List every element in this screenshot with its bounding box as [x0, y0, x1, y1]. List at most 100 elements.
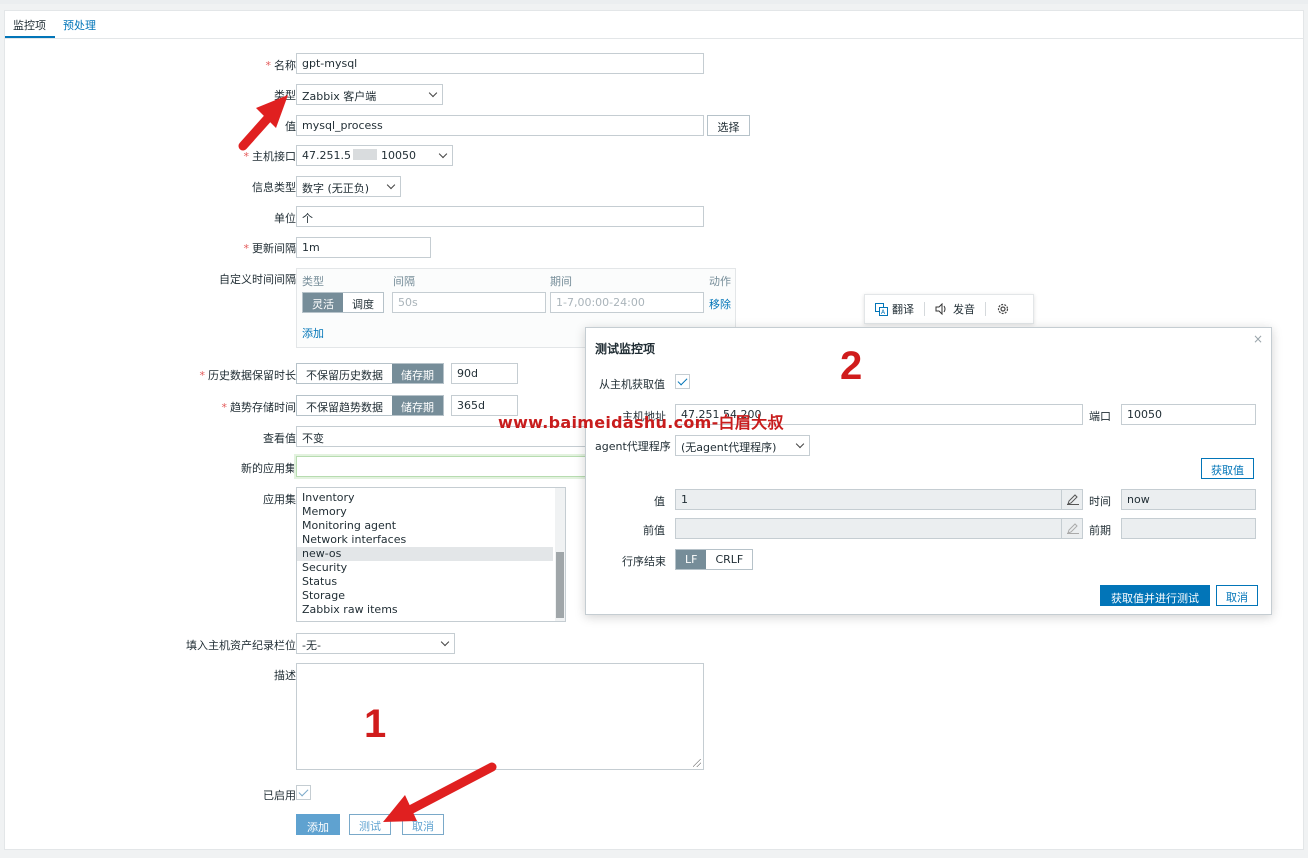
- ci-col-interval: 间隔: [393, 275, 415, 288]
- ci-period-input[interactable]: 1-7,00:00-24:00: [550, 292, 704, 313]
- description-textarea[interactable]: [296, 663, 704, 770]
- host-interface-port: 10050: [380, 149, 416, 162]
- edit-value-button[interactable]: [1061, 489, 1083, 510]
- translate-button[interactable]: A 翻译: [875, 301, 914, 317]
- application-option[interactable]: Memory: [297, 505, 553, 519]
- ci-add-link[interactable]: 添加: [302, 325, 324, 341]
- application-option[interactable]: Inventory: [297, 491, 553, 505]
- tab-bar: 监控项 预处理: [5, 11, 1303, 39]
- add-button[interactable]: 添加: [296, 814, 340, 835]
- translate-toolbar: A 翻译 发音: [864, 294, 1034, 324]
- history-mode-toggle: 不保留历史数据 储存期: [296, 363, 444, 384]
- toolbar-divider: [985, 302, 986, 316]
- prev-time-field: [1121, 518, 1256, 539]
- eol-lf-option[interactable]: LF: [676, 550, 707, 569]
- history-no-keep-option[interactable]: 不保留历史数据: [297, 364, 392, 383]
- value-text: 1: [681, 493, 688, 506]
- select-key-button[interactable]: 选择: [707, 115, 750, 136]
- ci-flexible-option[interactable]: 灵活: [303, 293, 343, 312]
- translate-label: 翻译: [892, 303, 914, 316]
- redaction-block: [352, 149, 377, 160]
- speaker-icon: [935, 303, 946, 315]
- resize-handle[interactable]: [693, 759, 701, 767]
- prev-value-field: [675, 518, 1083, 539]
- eol-toggle: LF CRLF: [675, 549, 754, 570]
- get-from-host-checkbox[interactable]: [675, 374, 690, 389]
- gear-icon: [997, 303, 1009, 315]
- ci-scheduling-option[interactable]: 调度: [343, 293, 383, 312]
- key-label: 值: [285, 120, 296, 133]
- name-label: * 名称: [265, 59, 297, 72]
- enabled-checkbox[interactable]: [296, 785, 311, 800]
- ci-type-toggle: 灵活 调度: [302, 292, 384, 313]
- name-input[interactable]: gpt-mysql: [296, 53, 704, 74]
- annotation-number-1: 1: [364, 702, 387, 746]
- watermark-text: www.baimeidashu.com-白眉大叔: [498, 413, 784, 432]
- value-label: 值: [654, 495, 665, 508]
- ci-col-type: 类型: [302, 275, 324, 288]
- cancel-button[interactable]: 取消: [402, 814, 444, 835]
- application-option[interactable]: Monitoring agent: [297, 519, 553, 533]
- tab-preprocessing[interactable]: 预处理: [63, 17, 96, 33]
- type-select[interactable]: Zabbix 客户端: [296, 84, 443, 105]
- host-interface-ip: 47.251.5: [302, 149, 351, 162]
- eol-crlf-option[interactable]: CRLF: [706, 550, 752, 569]
- valuemap-label: 查看值: [263, 432, 296, 445]
- application-option[interactable]: Storage: [297, 589, 553, 603]
- top-strip: [0, 0, 1308, 4]
- history-input[interactable]: 90d: [451, 363, 518, 384]
- tab-item[interactable]: 监控项: [13, 17, 46, 33]
- trends-store-option[interactable]: 储存期: [392, 396, 443, 415]
- key-input[interactable]: mysql_process: [296, 115, 704, 136]
- get-value-button[interactable]: 获取值: [1201, 458, 1254, 479]
- prev-value-label: 前值: [643, 524, 665, 537]
- application-option[interactable]: Status: [297, 575, 553, 589]
- ci-col-action: 动作: [709, 275, 731, 288]
- active-tab-indicator: [5, 36, 55, 38]
- time-field[interactable]: now: [1121, 489, 1256, 510]
- new-application-input[interactable]: [296, 456, 596, 477]
- dialog-cancel-button[interactable]: 取消: [1216, 585, 1258, 606]
- applications-list: Inventory Memory Monitoring agent Network i…: [297, 488, 565, 617]
- application-option[interactable]: Network interfaces: [297, 533, 553, 547]
- ci-remove-link[interactable]: 移除: [709, 296, 731, 312]
- time-label: 时间: [1089, 495, 1111, 508]
- new-app-label: 新的应用集: [241, 462, 296, 475]
- applications-listbox[interactable]: Inventory Memory Monitoring agent Network i…: [296, 487, 566, 622]
- host-interface-select[interactable]: 47.251.5 10050: [296, 145, 453, 166]
- application-option[interactable]: Security: [297, 561, 553, 575]
- history-label: * 历史数据保留时长: [199, 369, 297, 382]
- trends-no-keep-option[interactable]: 不保留趋势数据: [297, 396, 392, 415]
- host-interface-label: * 主机接口: [243, 150, 297, 163]
- get-value-and-test-button[interactable]: 获取值并进行测试: [1100, 585, 1210, 606]
- inventory-select[interactable]: -无-: [296, 633, 455, 654]
- listbox-scroll-thumb[interactable]: [556, 552, 564, 618]
- pronounce-button[interactable]: 发音: [935, 301, 975, 317]
- applications-label: 应用集: [263, 493, 296, 506]
- port-input[interactable]: 10050: [1121, 404, 1256, 425]
- units-label: 单位: [274, 212, 296, 225]
- update-interval-input[interactable]: 1m: [296, 237, 431, 258]
- value-field[interactable]: 1: [675, 489, 1083, 510]
- ci-interval-input[interactable]: 50s: [392, 292, 546, 313]
- history-store-option[interactable]: 储存期: [392, 364, 443, 383]
- proxy-select[interactable]: (无agent代理程序): [675, 435, 810, 456]
- eol-label: 行序结束: [622, 555, 666, 568]
- inventory-label: 填入主机资产纪录栏位: [186, 639, 296, 652]
- units-input[interactable]: 个: [296, 206, 704, 227]
- prev-time-label: 前期: [1089, 524, 1111, 537]
- listbox-scrollbar[interactable]: [555, 488, 565, 621]
- update-interval-label: * 更新间隔: [243, 242, 297, 255]
- application-option[interactable]: Zabbix raw items: [297, 603, 553, 617]
- pencil-icon: [1067, 494, 1079, 505]
- test-button[interactable]: 测试: [349, 814, 391, 835]
- port-label: 端口: [1089, 410, 1111, 423]
- enabled-label: 已启用: [263, 789, 296, 802]
- pencil-icon: [1067, 523, 1079, 534]
- info-type-select[interactable]: 数字 (无正负): [296, 176, 401, 197]
- get-from-host-label: 从主机获取值: [599, 378, 665, 391]
- settings-button[interactable]: [996, 302, 1010, 316]
- close-icon[interactable]: ×: [1253, 332, 1263, 346]
- application-option[interactable]: new-os: [297, 547, 553, 561]
- test-item-dialog: 测试监控项 × 从主机获取值 主机地址 47.251.54.200 端口 100…: [585, 327, 1272, 615]
